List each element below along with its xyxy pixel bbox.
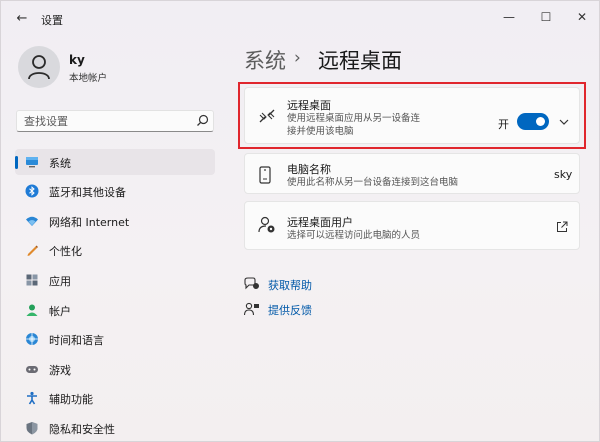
sidebar-item-privacy[interactable]: 隐私和安全性 <box>15 415 215 441</box>
sidebar-item-label: 系统 <box>49 157 71 170</box>
monitor-icon <box>26 157 38 168</box>
minimize-button[interactable]: — <box>498 7 520 27</box>
app-title: 设置 <box>41 14 63 27</box>
maximize-button[interactable]: ☐ <box>535 7 557 27</box>
sidebar-item-label: 个性化 <box>49 245 82 258</box>
remote-users-title: 远程桌面用户 <box>287 216 353 229</box>
user-name: ky <box>69 53 85 67</box>
sidebar-item-label: 隐私和安全性 <box>49 423 115 436</box>
pc-name-value: sky <box>554 168 573 181</box>
active-indicator <box>15 156 18 169</box>
pc-name-title: 电脑名称 <box>287 163 331 176</box>
search-icon[interactable] <box>196 114 209 127</box>
search-box[interactable] <box>16 110 214 132</box>
user-settings-icon <box>258 216 275 233</box>
sidebar-item-system[interactable]: 系统 <box>15 149 215 175</box>
sidebar-item-apps[interactable]: 应用 <box>15 267 215 293</box>
pc-name-card: 电脑名称 使用此名称从另一台设备连接到这台电脑 sky <box>244 153 580 194</box>
sidebar-item-label: 时间和语言 <box>49 334 104 347</box>
apps-icon <box>26 274 38 286</box>
sidebar-item-label: 网络和 Internet <box>49 216 130 229</box>
sidebar-item-label: 蓝牙和其他设备 <box>49 186 126 199</box>
breadcrumb-root[interactable]: 系统 <box>244 45 286 75</box>
help-icon <box>244 277 259 290</box>
sidebar-item-personalization[interactable]: 个性化 <box>15 237 215 263</box>
close-button[interactable]: ✕ <box>571 7 593 27</box>
title-bar: ← 设置 — ☐ ✕ <box>1 1 600 37</box>
feedback-label: 提供反馈 <box>268 304 312 317</box>
avatar[interactable] <box>18 46 60 88</box>
chevron-right-icon: › <box>294 48 301 68</box>
sidebar-item-label: 帐户 <box>49 305 71 318</box>
remote-users-card[interactable]: 远程桌面用户 选择可以远程访问此电脑的人员 <box>244 201 580 250</box>
globe-icon <box>26 333 38 345</box>
sidebar-item-time-language[interactable]: 时间和语言 <box>15 326 215 352</box>
wifi-icon <box>26 216 38 226</box>
account-icon <box>26 304 38 316</box>
bluetooth-icon <box>25 184 39 198</box>
search-input[interactable] <box>24 113 194 129</box>
user-icon <box>28 55 50 80</box>
sidebar-item-label: 游戏 <box>49 364 71 377</box>
pen-icon <box>27 245 38 256</box>
highlight-box <box>238 82 586 149</box>
sidebar-item-accounts[interactable]: 帐户 <box>15 297 215 323</box>
feedback-icon <box>244 302 259 316</box>
get-help-label: 获取帮助 <box>268 279 312 292</box>
shield-icon <box>26 422 38 435</box>
remote-users-description: 选择可以远程访问此电脑的人员 <box>287 230 421 241</box>
sidebar-item-accessibility[interactable]: 辅助功能 <box>15 385 215 411</box>
sidebar-item-gaming[interactable]: 游戏 <box>15 356 215 382</box>
sidebar-item-bluetooth[interactable]: 蓝牙和其他设备 <box>15 178 215 204</box>
pc-tower-icon <box>259 166 271 184</box>
accessibility-icon <box>27 391 37 405</box>
page-title: 远程桌面 <box>318 49 402 73</box>
external-link-icon[interactable] <box>556 221 568 233</box>
sidebar-item-label: 应用 <box>49 275 71 288</box>
settings-window: ← 设置 — ☐ ✕ ky 本地帐户 系统 <box>0 0 600 442</box>
sidebar-item-network[interactable]: 网络和 Internet <box>15 208 215 234</box>
back-button[interactable]: ← <box>13 11 31 27</box>
pc-name-description: 使用此名称从另一台设备连接到这台电脑 <box>287 177 459 188</box>
gamepad-icon <box>26 366 38 373</box>
account-type: 本地帐户 <box>69 73 108 84</box>
sidebar-item-label: 辅助功能 <box>49 393 93 406</box>
